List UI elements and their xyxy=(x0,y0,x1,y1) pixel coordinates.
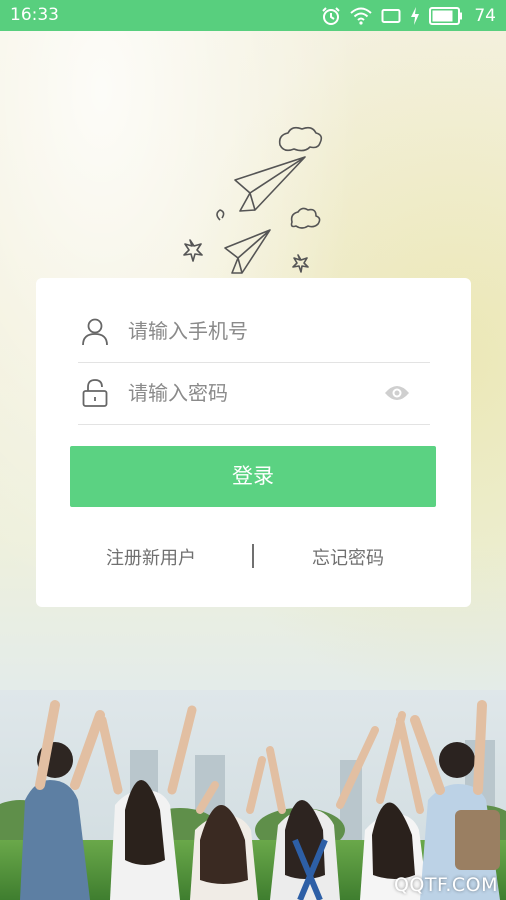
cloud-icon xyxy=(290,207,321,229)
login-card: 登录 注册新用户 忘记密码 xyxy=(36,278,471,607)
wifi-icon xyxy=(350,7,373,25)
login-button[interactable]: 登录 xyxy=(70,446,436,507)
status-time: 16:33 xyxy=(10,5,59,25)
battery-percent: 74 xyxy=(474,5,496,26)
status-icons: 74 xyxy=(321,5,496,26)
paper-plane-doodle xyxy=(183,126,323,274)
password-field xyxy=(78,362,430,425)
phone-field xyxy=(78,300,430,363)
eye-icon[interactable] xyxy=(384,382,410,404)
alarm-icon xyxy=(322,6,341,25)
user-icon xyxy=(82,318,108,346)
watermark: QQTF.COM xyxy=(393,874,498,896)
lock-icon xyxy=(82,379,108,407)
link-divider xyxy=(252,544,254,568)
charging-icon xyxy=(411,6,420,25)
register-link[interactable]: 注册新用户 xyxy=(106,544,196,570)
forgot-password-link[interactable]: 忘记密码 xyxy=(312,544,384,570)
paper-plane-icon xyxy=(234,156,306,212)
students-photo xyxy=(0,690,506,900)
screen-rotate-icon xyxy=(381,8,401,23)
status-bar: 16:33 74 xyxy=(0,0,506,31)
phone-input[interactable] xyxy=(126,314,380,348)
paper-plane-icon xyxy=(224,229,271,274)
battery-icon xyxy=(429,6,463,25)
star-icon xyxy=(183,239,203,262)
cloud-icon xyxy=(278,126,323,152)
star-icon xyxy=(292,254,309,273)
password-input[interactable] xyxy=(126,376,380,410)
